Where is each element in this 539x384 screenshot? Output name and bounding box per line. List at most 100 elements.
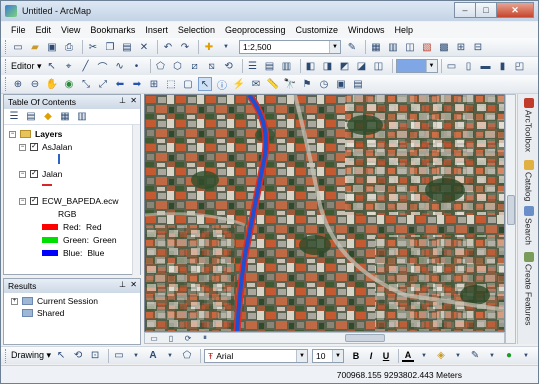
font-size-combo[interactable]: 10 ▼ xyxy=(312,348,345,363)
print-icon[interactable]: ⎙ xyxy=(62,40,76,54)
layer-row-jalan[interactable]: − ✓ Jalan xyxy=(19,169,62,179)
modelbuilder-icon[interactable]: ⊞ xyxy=(454,40,468,54)
menu-insert[interactable]: Insert xyxy=(145,25,168,35)
legend-symbol-asjalan[interactable] xyxy=(58,154,60,164)
toolbar-grip[interactable] xyxy=(5,40,8,54)
chevron-down-icon[interactable]: ▼ xyxy=(425,60,437,72)
hyperlink-icon[interactable]: ⚡ xyxy=(232,77,246,91)
menu-selection[interactable]: Selection xyxy=(178,25,215,35)
copy-icon[interactable]: ❐ xyxy=(103,40,117,54)
green-band-swatch[interactable] xyxy=(42,237,58,243)
sketch-properties-icon[interactable]: ▤ xyxy=(263,59,277,73)
menu-edit[interactable]: Edit xyxy=(36,25,52,35)
chevron-down-icon[interactable]: ▼ xyxy=(329,41,340,53)
select-elements-icon[interactable]: ↖ xyxy=(198,77,212,91)
tab-catalog[interactable]: Catalog xyxy=(521,160,536,201)
measure-icon[interactable]: 📏 xyxy=(266,77,280,91)
blue-band-swatch[interactable] xyxy=(42,250,58,256)
menu-windows[interactable]: Windows xyxy=(348,25,385,35)
zoom-out-icon[interactable]: ⊖ xyxy=(28,77,42,91)
close-icon[interactable]: ✕ xyxy=(130,96,137,105)
dropdown-arrow-icon[interactable]: ▼ xyxy=(163,349,177,363)
trace-icon[interactable]: ∿ xyxy=(113,59,127,73)
fixed-zoom-out-icon[interactable]: ⤢ xyxy=(96,77,110,91)
line-color-icon[interactable]: ✎ xyxy=(468,349,482,363)
data-view-icon[interactable]: ▭ xyxy=(147,331,161,345)
back-extent-icon[interactable]: ⬅ xyxy=(113,77,127,91)
create-viewer-icon[interactable]: ▤ xyxy=(351,77,365,91)
collapse-icon[interactable]: − xyxy=(19,197,26,205)
zoom-in-icon[interactable]: ⊕ xyxy=(11,77,25,91)
layout-tool-icon[interactable]: ▬ xyxy=(479,59,493,73)
add-data-icon[interactable]: ✚ xyxy=(202,40,216,54)
font-color-button[interactable]: A xyxy=(402,350,415,362)
scroll-thumb[interactable] xyxy=(507,195,515,225)
results-item-current-session[interactable]: + Current Session xyxy=(11,296,98,306)
layout-tool-icon[interactable]: ◰ xyxy=(513,59,527,73)
python-icon[interactable]: ▩ xyxy=(437,40,451,54)
menu-file[interactable]: File xyxy=(11,25,26,35)
map-display[interactable] xyxy=(144,94,505,332)
bold-button[interactable]: B xyxy=(350,351,362,361)
dropdown-arrow-icon[interactable]: ▼ xyxy=(417,349,431,363)
paste-icon[interactable]: ▤ xyxy=(120,40,134,54)
identify-icon[interactable]: ⓘ xyxy=(215,77,229,92)
select-features-icon[interactable]: ⬚ xyxy=(164,77,178,91)
pan-icon[interactable]: ✋ xyxy=(45,77,59,91)
red-band-swatch[interactable] xyxy=(42,224,58,230)
maximize-button[interactable]: □ xyxy=(475,2,497,18)
edit-vertices-icon[interactable]: ⬠ xyxy=(154,59,168,73)
rotate-element-icon[interactable]: ⟲ xyxy=(71,349,85,363)
satellite-imagery[interactable] xyxy=(145,95,505,332)
delete-icon[interactable]: ✕ xyxy=(137,40,151,54)
cut-icon[interactable]: ✂ xyxy=(86,40,100,54)
extra-tool-icon[interactable]: ⊟ xyxy=(471,40,485,54)
layer-visibility-checkbox[interactable]: ✓ xyxy=(30,197,38,205)
catalog-icon[interactable]: ▥ xyxy=(386,40,400,54)
marker-color-icon[interactable]: ● xyxy=(502,349,516,363)
minimize-button[interactable]: – xyxy=(454,2,476,18)
dropdown-arrow-icon[interactable]: ▼ xyxy=(129,349,143,363)
clear-selection-icon[interactable]: ▢ xyxy=(181,77,195,91)
layout-tool-icon[interactable]: ▮ xyxy=(496,59,510,73)
collapse-icon[interactable]: − xyxy=(19,143,26,151)
red-line-symbol[interactable] xyxy=(42,184,52,186)
redo-icon[interactable]: ↷ xyxy=(178,40,192,54)
italic-button[interactable]: I xyxy=(365,351,377,361)
menu-help[interactable]: Help xyxy=(395,25,414,35)
expand-icon[interactable]: + xyxy=(11,297,18,305)
full-extent-icon[interactable]: ◉ xyxy=(62,77,76,91)
tab-create-features[interactable]: Create Features xyxy=(521,252,536,325)
layer-name[interactable]: Jalan xyxy=(42,169,62,179)
attributes-icon[interactable]: ☰ xyxy=(246,59,260,73)
editor-menu[interactable]: Editor ▾ xyxy=(11,61,42,72)
chevron-down-icon[interactable]: ▼ xyxy=(332,349,344,362)
cut-polygons-icon[interactable]: ⧄ xyxy=(188,59,202,73)
text-tool-icon[interactable]: A xyxy=(146,349,160,363)
map-vertical-scrollbar[interactable] xyxy=(505,94,516,344)
straight-segment-icon[interactable]: ╱ xyxy=(79,59,93,73)
undo-icon[interactable]: ↶ xyxy=(161,40,175,54)
dropdown-arrow-icon[interactable]: ▼ xyxy=(485,349,499,363)
html-popup-icon[interactable]: ✉ xyxy=(249,77,263,91)
layer-tool-icon[interactable]: ◧ xyxy=(304,59,318,73)
results-item-label[interactable]: Current Session xyxy=(37,296,98,306)
forward-extent-icon[interactable]: ➡ xyxy=(130,77,144,91)
toc-root-row[interactable]: − Layers xyxy=(9,129,62,139)
arctoolbox-icon[interactable]: ▧ xyxy=(420,40,434,54)
viewer-window-icon[interactable]: ▣ xyxy=(334,77,348,91)
refresh-icon[interactable]: ⟳ xyxy=(181,331,195,345)
layout-view-icon[interactable]: ▯ xyxy=(164,331,178,345)
find-icon[interactable]: 🔭 xyxy=(283,77,297,91)
rectangle-icon[interactable]: ▭ xyxy=(112,349,126,363)
collapse-icon[interactable]: − xyxy=(9,130,16,138)
chevron-down-icon[interactable]: ▼ xyxy=(296,349,308,362)
table-of-contents-icon[interactable]: ▦ xyxy=(369,40,383,54)
layer-visibility-checkbox[interactable]: ✓ xyxy=(30,143,38,151)
find-route-icon[interactable]: ⚑ xyxy=(300,77,314,91)
close-icon[interactable]: ✕ xyxy=(130,280,137,289)
list-by-selection-icon[interactable]: ▦ xyxy=(58,110,72,124)
menu-bookmarks[interactable]: Bookmarks xyxy=(90,25,135,35)
time-slider-icon[interactable]: ◷ xyxy=(317,77,331,91)
band-row-green[interactable]: Green: Green xyxy=(42,235,117,245)
